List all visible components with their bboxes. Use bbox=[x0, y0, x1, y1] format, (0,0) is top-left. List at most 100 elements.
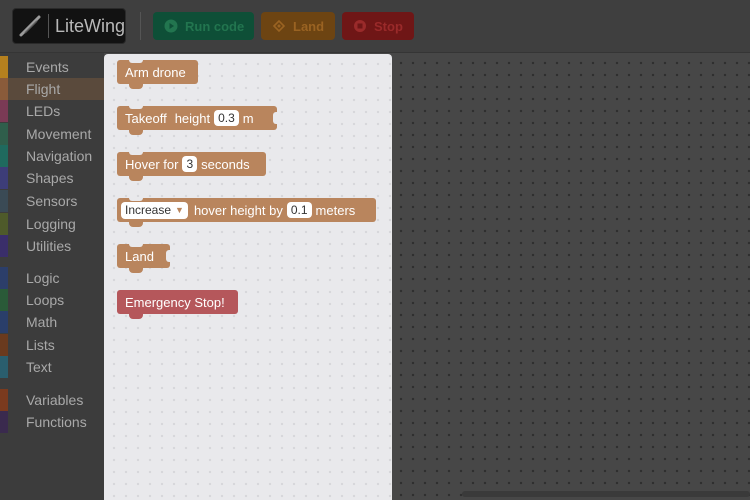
land-icon bbox=[271, 18, 287, 34]
category-functions[interactable]: Functions bbox=[0, 411, 104, 433]
play-icon bbox=[163, 18, 179, 34]
hover-block[interactable]: Hover for 3 seconds bbox=[117, 151, 266, 181]
block-workspace[interactable] bbox=[391, 53, 750, 500]
category-label: Loops bbox=[26, 292, 65, 308]
category-label: Flight bbox=[26, 81, 61, 97]
category-color-bar bbox=[0, 123, 8, 145]
category-color-bar bbox=[0, 56, 8, 78]
category-label: Math bbox=[26, 314, 58, 330]
emergency-stop-block[interactable]: Emergency Stop! bbox=[117, 290, 238, 319]
takeoff-height-field[interactable]: 0.3 bbox=[214, 110, 239, 126]
category-color-bar bbox=[0, 411, 8, 433]
category-label: Sensors bbox=[26, 193, 78, 209]
land-button[interactable]: Land bbox=[261, 12, 335, 40]
takeoff-unit-label: m bbox=[242, 110, 254, 126]
category-label: Logic bbox=[26, 270, 60, 286]
adjust-unit-label: meters bbox=[315, 202, 356, 218]
block-notch bbox=[129, 151, 143, 155]
category-toolbox: Events Flight LEDs Movement Navigation S… bbox=[0, 53, 104, 500]
adjust-text-label: hover height by bbox=[193, 202, 283, 218]
block-input-port bbox=[273, 112, 278, 124]
category-color-bar bbox=[0, 267, 8, 289]
emergency-stop-label: Emergency Stop! bbox=[125, 294, 225, 310]
block-notch bbox=[129, 59, 143, 63]
land-label: Land bbox=[293, 18, 325, 34]
category-label: Logging bbox=[26, 216, 76, 232]
category-color-bar bbox=[0, 289, 8, 311]
category-color-bar bbox=[0, 389, 8, 411]
hover-seconds-field[interactable]: 3 bbox=[182, 156, 198, 172]
category-navigation[interactable]: Navigation bbox=[0, 145, 104, 167]
block-notch bbox=[129, 105, 143, 109]
block-tab bbox=[129, 84, 143, 89]
hover-label: Hover for bbox=[125, 156, 179, 172]
category-shapes[interactable]: Shapes bbox=[0, 167, 104, 189]
category-text[interactable]: Text bbox=[0, 356, 104, 378]
category-movement[interactable]: Movement bbox=[0, 123, 104, 145]
land-block-label: Land bbox=[125, 248, 154, 264]
category-events[interactable]: Events bbox=[0, 56, 104, 78]
run-code-label: Run code bbox=[185, 18, 245, 34]
direction-dropdown-value: Increase bbox=[125, 202, 172, 217]
adjust-hover-height-block[interactable]: Increase ▼ hover height by 0.1 meters bbox=[117, 197, 376, 227]
category-math[interactable]: Math bbox=[0, 311, 104, 333]
workspace-horizontal-scrollbar[interactable] bbox=[462, 491, 750, 497]
category-leds[interactable]: LEDs bbox=[0, 100, 104, 122]
takeoff-label: Takeoff bbox=[125, 110, 167, 126]
block-tab bbox=[129, 222, 143, 227]
category-color-bar bbox=[0, 145, 8, 167]
direction-dropdown[interactable]: Increase ▼ bbox=[121, 201, 188, 219]
run-code-button[interactable]: Run code bbox=[153, 12, 254, 40]
category-logging[interactable]: Logging bbox=[0, 213, 104, 235]
adjust-amount-field[interactable]: 0.1 bbox=[286, 202, 312, 218]
hover-unit-label: seconds bbox=[201, 156, 250, 172]
block-input-port bbox=[166, 250, 171, 262]
category-variables[interactable]: Variables bbox=[0, 389, 104, 411]
block-notch bbox=[129, 243, 143, 247]
category-color-bar bbox=[0, 334, 8, 356]
category-label: Lists bbox=[26, 337, 55, 353]
chevron-down-icon: ▼ bbox=[175, 204, 184, 215]
stop-icon bbox=[352, 18, 368, 34]
land-block[interactable]: Land bbox=[117, 243, 171, 273]
category-logic[interactable]: Logic bbox=[0, 267, 104, 289]
arm-drone-block[interactable]: Arm drone bbox=[117, 59, 198, 89]
block-tab bbox=[129, 314, 143, 319]
arm-drone-label: Arm drone bbox=[125, 64, 186, 80]
block-tab bbox=[129, 130, 143, 135]
category-color-bar bbox=[0, 235, 8, 257]
category-color-bar bbox=[0, 190, 8, 212]
category-color-bar bbox=[0, 356, 8, 378]
block-tab bbox=[129, 176, 143, 181]
stop-label: Stop bbox=[374, 18, 403, 34]
toolbar-divider bbox=[140, 12, 141, 40]
top-toolbar: LiteWing Run code Land Stop bbox=[0, 0, 750, 53]
category-label: LEDs bbox=[26, 103, 61, 119]
category-loops[interactable]: Loops bbox=[0, 289, 104, 311]
drone-logo-icon bbox=[13, 9, 48, 43]
flight-blocks-flyout: Arm drone Takeoff height 0.3 m Hover for… bbox=[104, 54, 392, 500]
category-label: Movement bbox=[26, 126, 92, 142]
block-notch bbox=[129, 197, 143, 201]
category-label: Shapes bbox=[26, 170, 74, 186]
category-color-bar bbox=[0, 78, 8, 100]
block-tab bbox=[129, 268, 143, 273]
category-lists[interactable]: Lists bbox=[0, 334, 104, 356]
category-label: Utilities bbox=[26, 238, 72, 254]
category-label: Text bbox=[26, 359, 52, 375]
category-color-bar bbox=[0, 311, 8, 333]
category-sensors[interactable]: Sensors bbox=[0, 190, 104, 212]
takeoff-block[interactable]: Takeoff height 0.3 m bbox=[117, 105, 278, 135]
category-color-bar bbox=[0, 167, 8, 189]
app-logo: LiteWing bbox=[12, 8, 126, 44]
stop-button[interactable]: Stop bbox=[342, 12, 414, 40]
category-utilities[interactable]: Utilities bbox=[0, 235, 104, 257]
app-name: LiteWing bbox=[47, 14, 125, 38]
category-label: Variables bbox=[26, 392, 84, 408]
category-color-bar bbox=[0, 100, 8, 122]
takeoff-height-label: height bbox=[174, 110, 211, 126]
category-label: Events bbox=[26, 59, 69, 75]
category-color-bar bbox=[0, 213, 8, 235]
category-label: Navigation bbox=[26, 148, 93, 164]
category-flight[interactable]: Flight bbox=[0, 78, 104, 100]
